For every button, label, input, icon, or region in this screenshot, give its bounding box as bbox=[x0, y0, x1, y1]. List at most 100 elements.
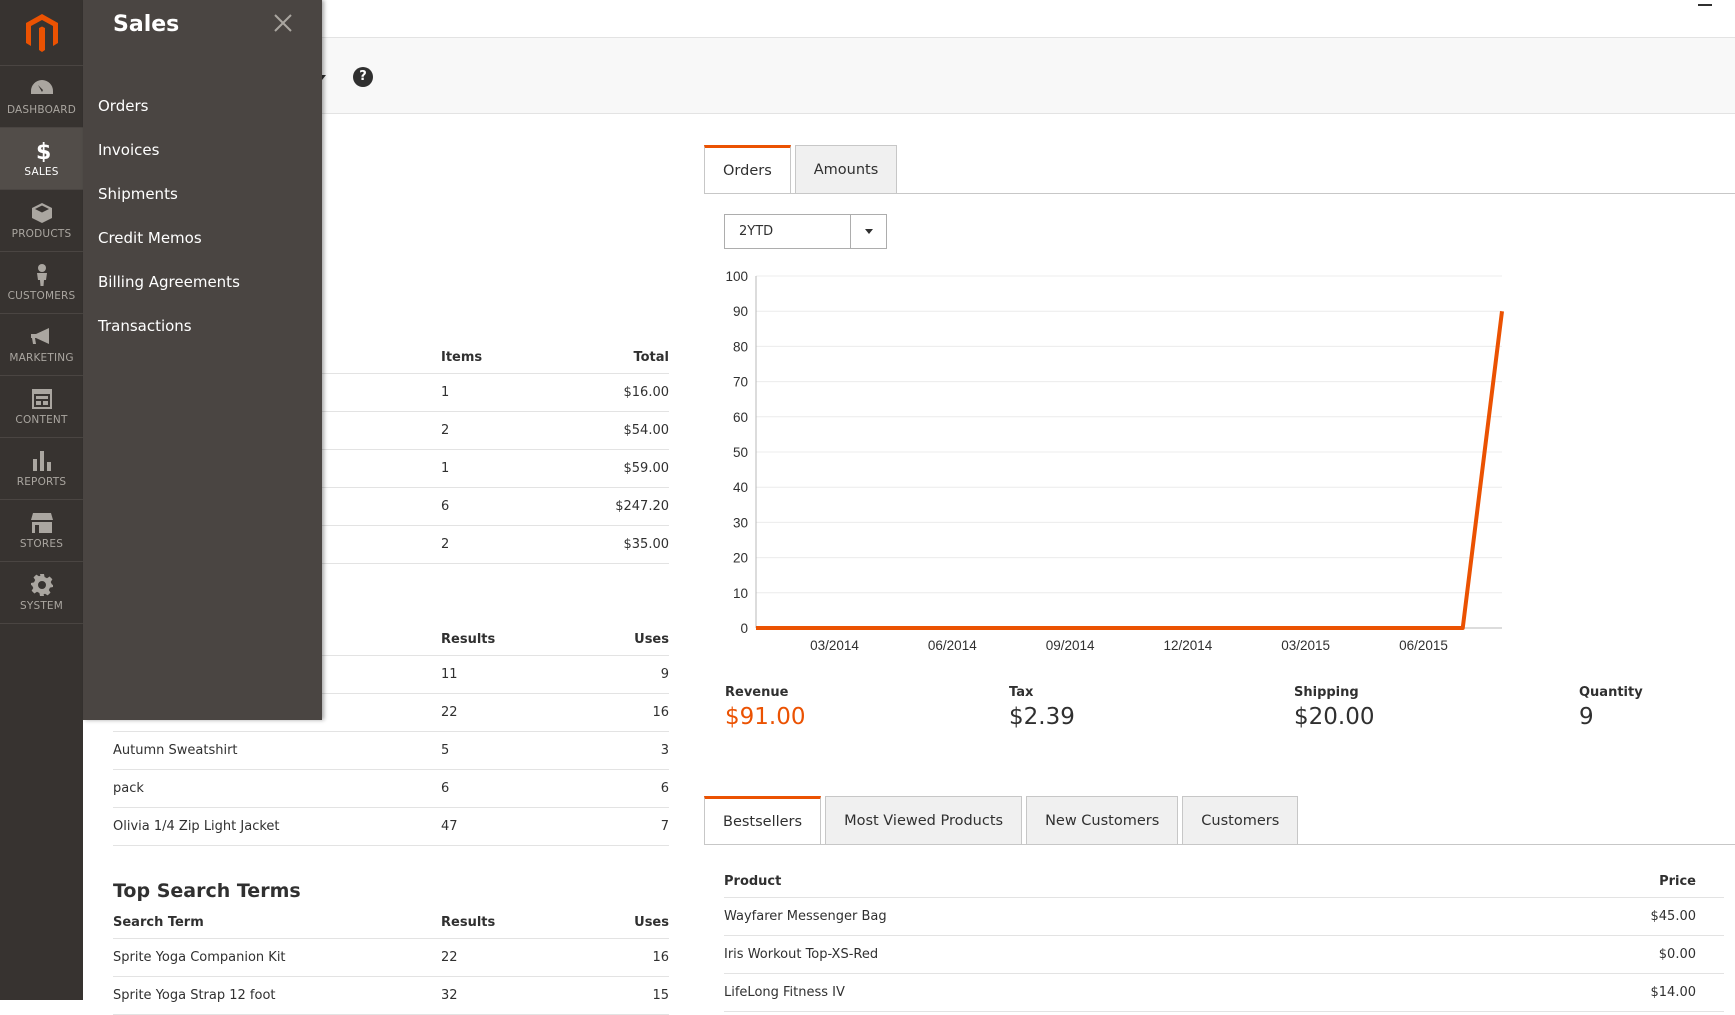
table-row[interactable]: pack 6 6 bbox=[113, 770, 669, 808]
page-header bbox=[83, 38, 1735, 114]
top-search-terms-title: Top Search Terms bbox=[113, 880, 301, 902]
box-icon bbox=[31, 202, 53, 224]
tab-bestsellers[interactable]: Bestsellers bbox=[704, 796, 822, 845]
nav-label: SALES bbox=[24, 165, 59, 178]
column-header-price[interactable]: Price bbox=[1574, 874, 1724, 889]
price-cell: $45.00 bbox=[1650, 909, 1697, 924]
results-cell: 6 bbox=[441, 781, 450, 796]
table-row[interactable]: Olivia 1/4 Zip Light Jacket 47 7 bbox=[113, 808, 669, 846]
price-cell: $0.00 bbox=[1658, 947, 1696, 962]
table-row[interactable]: Iris Workout Top-XS-Red $0.00 bbox=[724, 936, 1724, 974]
total-cell: $59.00 bbox=[623, 461, 670, 476]
tab-most-viewed-products[interactable]: Most Viewed Products bbox=[825, 796, 1023, 845]
submenu-item-transactions[interactable]: Transactions bbox=[98, 304, 240, 348]
person-icon bbox=[31, 263, 53, 286]
y-tick-label: 30 bbox=[733, 515, 748, 530]
column-header-search-term[interactable]: Search Term bbox=[113, 915, 441, 930]
column-header-uses[interactable]: Uses bbox=[561, 632, 669, 647]
nav-item-reports[interactable]: REPORTS bbox=[0, 438, 83, 500]
nav-item-stores[interactable]: STORES bbox=[0, 500, 83, 562]
y-tick-label: 60 bbox=[733, 410, 748, 425]
nav-item-dashboard[interactable]: DASHBOARD bbox=[0, 66, 83, 128]
stat-value: 9 bbox=[1579, 704, 1594, 730]
total-cell: $35.00 bbox=[623, 537, 670, 552]
nav-label: MARKETING bbox=[9, 351, 74, 364]
column-header-items[interactable]: Items bbox=[441, 350, 561, 365]
submenu-item-billing-agreements[interactable]: Billing Agreements bbox=[98, 260, 240, 304]
megaphone-icon bbox=[30, 326, 53, 348]
y-tick-label: 70 bbox=[733, 375, 748, 390]
term-cell: Olivia 1/4 Zip Light Jacket bbox=[113, 819, 280, 834]
period-select[interactable]: 2YTD bbox=[724, 214, 887, 249]
table-row[interactable]: Sprite Yoga Companion Kit 22 16 bbox=[113, 939, 669, 977]
submenu-item-orders[interactable]: Orders bbox=[98, 84, 240, 128]
total-cell: $16.00 bbox=[623, 385, 670, 400]
top-search-terms-table: Search Term Results Uses Sprite Yoga Com… bbox=[113, 907, 669, 1015]
column-header-results[interactable]: Results bbox=[441, 915, 561, 930]
column-header-total[interactable]: Total bbox=[561, 350, 669, 365]
submenu-title: Sales bbox=[113, 12, 180, 37]
nav-item-marketing[interactable]: MARKETING bbox=[0, 314, 83, 376]
y-tick-label: 80 bbox=[733, 339, 748, 354]
page-topbar bbox=[83, 0, 1735, 38]
y-tick-label: 20 bbox=[733, 551, 748, 566]
nav-item-content[interactable]: CONTENT bbox=[0, 376, 83, 438]
submenu-item-shipments[interactable]: Shipments bbox=[98, 172, 240, 216]
results-cell: 22 bbox=[441, 950, 458, 965]
submenu-item-invoices[interactable]: Invoices bbox=[98, 128, 240, 172]
total-cell: $247.20 bbox=[615, 499, 669, 514]
x-tick-label: 06/2014 bbox=[928, 638, 977, 653]
nav-item-sales[interactable]: $ SALES bbox=[0, 128, 83, 190]
nav-item-customers[interactable]: CUSTOMERS bbox=[0, 252, 83, 314]
account-menu-icon[interactable] bbox=[1698, 0, 1712, 6]
tab-customers[interactable]: Customers bbox=[1182, 796, 1299, 845]
sales-submenu: Sales Orders Invoices Shipments Credit M… bbox=[83, 0, 322, 720]
nav-item-products[interactable]: PRODUCTS bbox=[0, 190, 83, 252]
table-row[interactable]: Sprite Yoga Strap 12 foot 32 15 bbox=[113, 977, 669, 1015]
help-icon[interactable]: ? bbox=[353, 67, 373, 87]
tabs-divider bbox=[704, 844, 1735, 845]
chevron-down-icon[interactable] bbox=[850, 215, 886, 248]
y-tick-label: 90 bbox=[733, 304, 748, 319]
stat-label: Revenue bbox=[725, 685, 789, 700]
tab-amounts[interactable]: Amounts bbox=[794, 145, 898, 194]
results-cell: 5 bbox=[441, 743, 450, 758]
table-row[interactable]: LifeLong Fitness IV $14.00 bbox=[724, 974, 1724, 1012]
table-header: Product Price bbox=[724, 866, 1724, 898]
stat-quantity: Quantity 9 bbox=[1579, 685, 1643, 730]
column-header-results[interactable]: Results bbox=[441, 632, 561, 647]
nav-item-system[interactable]: SYSTEM bbox=[0, 562, 83, 624]
column-header-product[interactable]: Product bbox=[724, 874, 1574, 889]
tab-orders[interactable]: Orders bbox=[704, 145, 791, 194]
uses-cell: 9 bbox=[660, 667, 669, 682]
close-icon[interactable] bbox=[272, 12, 296, 36]
items-cell: 6 bbox=[441, 499, 450, 514]
bestsellers-table: Product Price Wayfarer Messenger Bag $45.… bbox=[724, 866, 1724, 1012]
y-tick-label: 50 bbox=[733, 445, 748, 460]
period-select-value: 2YTD bbox=[739, 224, 774, 239]
layout-icon bbox=[31, 388, 53, 410]
table-row[interactable]: Wayfarer Messenger Bag $45.00 bbox=[724, 898, 1724, 936]
items-cell: 1 bbox=[441, 461, 450, 476]
term-cell: Sprite Yoga Companion Kit bbox=[113, 950, 286, 965]
results-cell: 32 bbox=[441, 988, 458, 1003]
items-cell: 1 bbox=[441, 385, 450, 400]
orders-chart: 0 10 20 30 40 50 60 70 80 90 100 03/2014 06/2014 09/… bbox=[725, 269, 1504, 653]
submenu-item-credit-memos[interactable]: Credit Memos bbox=[98, 216, 240, 260]
column-header-uses[interactable]: Uses bbox=[561, 915, 669, 930]
uses-cell: 3 bbox=[660, 743, 669, 758]
x-tick-label: 03/2015 bbox=[1281, 638, 1330, 653]
stat-label: Quantity bbox=[1579, 685, 1643, 700]
uses-cell: 16 bbox=[652, 950, 669, 965]
products-tabs: Bestsellers Most Viewed Products New Cus… bbox=[704, 796, 1302, 845]
nav-label: PRODUCTS bbox=[11, 227, 72, 240]
tab-new-customers[interactable]: New Customers bbox=[1026, 796, 1179, 845]
magento-logo[interactable] bbox=[0, 0, 83, 66]
table-row[interactable]: Autumn Sweatshirt 5 3 bbox=[113, 732, 669, 770]
items-cell: 2 bbox=[441, 537, 450, 552]
stat-value: $20.00 bbox=[1294, 704, 1375, 730]
product-cell: LifeLong Fitness IV bbox=[724, 985, 845, 1000]
y-tick-label: 0 bbox=[740, 621, 748, 636]
term-cell: Autumn Sweatshirt bbox=[113, 743, 238, 758]
x-tick-label: 06/2015 bbox=[1399, 638, 1448, 653]
